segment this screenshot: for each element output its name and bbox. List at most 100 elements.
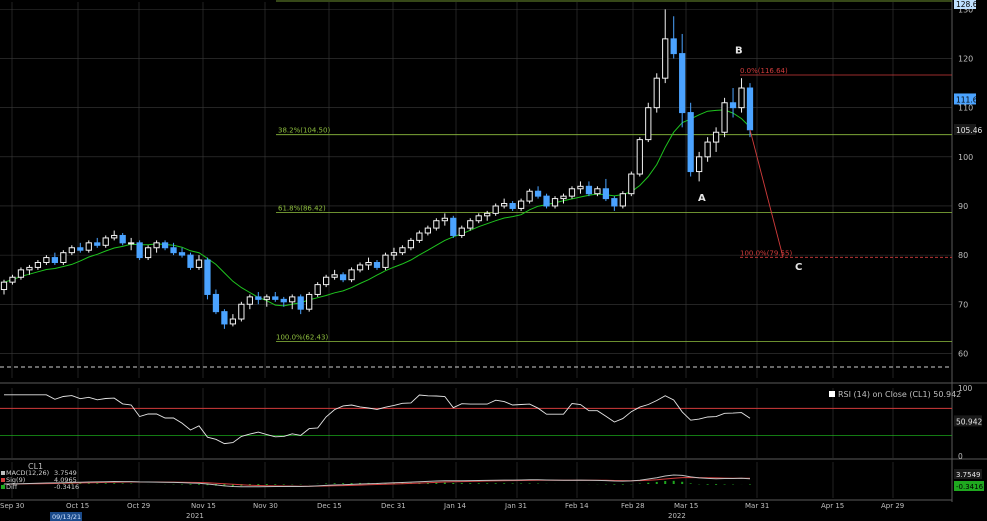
x-tick-label: Apr 29 <box>881 502 904 510</box>
x-tick-label: Feb 14 <box>565 502 589 510</box>
candle-body <box>246 296 253 305</box>
candle-body <box>594 188 601 195</box>
candle-body <box>339 274 347 281</box>
macd-diff-bar <box>189 484 192 485</box>
candle-body <box>407 239 415 249</box>
candle-body <box>111 234 118 239</box>
candle-body <box>390 252 398 256</box>
x-tick-label: Feb 28 <box>621 502 645 510</box>
x-tick-label: Oct 15 <box>66 502 89 510</box>
macd-legend-swatch <box>1 485 5 489</box>
x-tick-label: Nov 15 <box>191 502 216 510</box>
candle-body <box>68 247 75 254</box>
candle-body <box>475 215 482 222</box>
projection-line <box>749 129 784 258</box>
rsi-value-label: 50.942 <box>956 417 982 426</box>
macd-diff-bar <box>689 483 692 484</box>
price-axis: 60708090100110120130128.64111.67105.46 <box>954 0 982 358</box>
fib-label: 100.0%(62.43) <box>276 333 328 341</box>
price-last-tag: 111.67 <box>956 95 982 104</box>
candle-body <box>255 296 262 300</box>
candle-body <box>178 252 186 256</box>
macd-diff-bar <box>655 481 658 484</box>
candle-body <box>628 173 635 195</box>
candle-body <box>43 257 50 263</box>
candle-body <box>17 269 25 278</box>
candle-body <box>492 205 499 214</box>
x-tick-label: Sep 30 <box>0 502 24 510</box>
candle-body <box>611 198 618 207</box>
candle-body <box>144 247 152 259</box>
macd-diff-bar <box>333 483 336 484</box>
wave-label: B <box>735 46 743 57</box>
candle-body <box>534 190 542 197</box>
macd-diff-bar <box>325 483 328 484</box>
candle-body <box>712 131 720 143</box>
macd-value-label: 3.7549 <box>956 471 981 479</box>
candle-body <box>577 185 584 190</box>
x-tick-label: Mar 31 <box>745 502 769 510</box>
candle-body <box>560 195 567 200</box>
candle-body <box>238 303 245 320</box>
price-high-tag: 128.64 <box>956 0 982 9</box>
candle-body <box>424 227 431 234</box>
candle-body <box>229 318 237 325</box>
macd-diff-bar <box>647 482 650 484</box>
candle-body <box>696 156 703 173</box>
price-tick-label: 90 <box>958 202 968 211</box>
macd-title: CL1 <box>28 462 43 471</box>
x-tick-label: Dec 15 <box>317 502 342 510</box>
x-tick-label: Jan 31 <box>504 502 527 510</box>
candle-body <box>128 242 135 245</box>
fib-label: 38.2%(104.50) <box>278 127 330 135</box>
macd-diff-bar <box>503 483 506 484</box>
candle-body <box>170 247 177 254</box>
macd-diff-bar <box>452 482 455 484</box>
candle-body <box>509 203 516 209</box>
price-close-tag: 105.46 <box>956 126 982 135</box>
candle-body <box>187 254 194 268</box>
candle-body <box>746 87 754 131</box>
price-tick-label: 110 <box>958 104 973 113</box>
candle-body <box>26 266 33 271</box>
x-tick-label: Dec 31 <box>381 502 406 510</box>
candle-body <box>221 311 228 325</box>
macd-diff-bar <box>528 483 531 484</box>
year-label: 2021 <box>186 512 204 520</box>
macd-diff-bar <box>265 484 268 485</box>
x-tick-label: Nov 30 <box>253 502 278 510</box>
candle-body <box>467 220 474 229</box>
macd-legend-swatch <box>1 471 5 475</box>
macd-diff-bar <box>113 483 116 484</box>
x-tick-label: Apr 15 <box>821 502 844 510</box>
macd-diff-bar <box>613 484 616 485</box>
macd-panel: MACD(12,26) 3.7549Sig(9) 4.0965Diff -0.3416… <box>1 469 984 491</box>
candle-body <box>77 247 84 251</box>
macd-diff-bar <box>715 484 718 485</box>
rsi-title: RSI (14) on Close (CL1) 50.942 <box>838 390 961 399</box>
rsi-tick-label: 0 <box>958 452 963 461</box>
rsi-panel: 05010050.942 <box>0 384 982 461</box>
macd-diff-bar <box>469 483 472 484</box>
candle-body <box>662 38 669 79</box>
x-tick-label: Jan 14 <box>443 502 466 510</box>
diff-value-label: -0.3416 <box>956 483 984 491</box>
macd-diff-bar <box>197 484 200 485</box>
fib-label: 100.0%(79.55) <box>740 249 792 257</box>
candle-body <box>195 259 203 268</box>
candle-body <box>85 242 92 251</box>
macd-diff-bar <box>477 483 480 484</box>
candle-body <box>653 77 660 109</box>
candle-body <box>119 234 126 244</box>
candle-body <box>9 276 16 283</box>
macd-diff-bar <box>706 484 709 485</box>
candle-body <box>551 198 559 207</box>
macd-legend-swatch <box>1 478 5 482</box>
candle-body <box>263 296 270 300</box>
candle-body <box>331 274 338 278</box>
candle-body <box>34 261 42 268</box>
candle-body <box>585 185 593 195</box>
macd-diff-bar <box>274 484 277 485</box>
candle-body <box>399 247 406 254</box>
candle-body <box>348 269 355 281</box>
